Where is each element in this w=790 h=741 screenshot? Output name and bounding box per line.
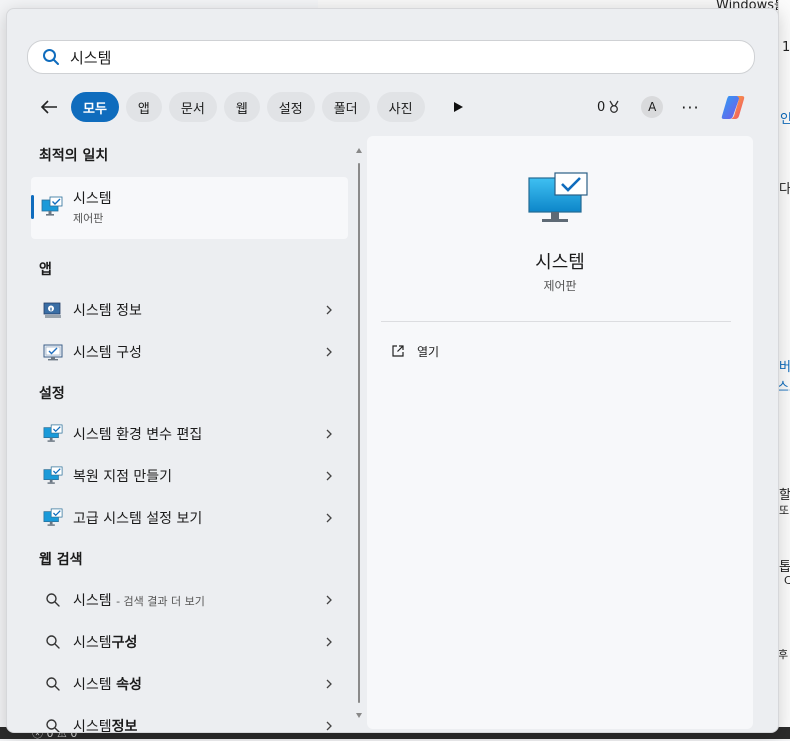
selection-indicator [31, 195, 34, 219]
search-input[interactable] [70, 48, 670, 66]
app-item-label: 시스템 정보 [73, 303, 142, 319]
detail-title: 시스템 [535, 252, 585, 273]
monitor-check-icon [43, 508, 63, 526]
web-result-label: 시스템구성 [73, 632, 322, 652]
web-result-label: 시스템 속성 [73, 674, 322, 694]
web-result-item[interactable]: 시스템구성 [31, 623, 348, 661]
web-result-suggestion: 속성 [116, 677, 142, 693]
more-filters-button[interactable] [448, 97, 468, 117]
open-button[interactable]: 열기 [391, 339, 439, 363]
search-box[interactable] [27, 40, 755, 74]
best-match-item[interactable]: 시스템 제어판 [31, 177, 348, 239]
open-button-label: 열기 [417, 344, 440, 359]
section-title-best-match: 최적의 일치 [39, 148, 109, 164]
search-icon [46, 719, 60, 732]
play-icon [453, 102, 463, 112]
background-text: 버 [779, 360, 790, 375]
monitor-check-icon [43, 466, 63, 484]
more-options-button[interactable]: ··· [681, 98, 699, 117]
chevron-right-icon [326, 595, 332, 605]
app-item-system-info[interactable]: 시스템 정보 [31, 291, 348, 329]
search-icon [46, 677, 60, 691]
avatar[interactable]: A [641, 96, 664, 118]
web-result-item[interactable]: 시스템 - 검색 결과 더 보기 [31, 581, 348, 619]
search-icon [46, 593, 60, 607]
chevron-right-icon [326, 637, 332, 647]
detail-subtitle: 제어판 [543, 279, 577, 293]
setting-item-env-vars[interactable]: 시스템 환경 변수 편집 [31, 415, 348, 453]
monitor-check-icon [528, 172, 588, 222]
scroll-down-arrow-icon[interactable] [355, 711, 363, 719]
monitor-check-icon [43, 424, 63, 442]
system-config-icon [43, 344, 63, 361]
filter-chip-photos[interactable]: 사진 [376, 92, 425, 122]
filter-chip-settings[interactable]: 설정 [266, 92, 315, 122]
web-result-item[interactable]: 시스템 속성 [31, 665, 348, 703]
setting-item-label: 시스템 환경 변수 편집 [73, 427, 203, 443]
chevron-right-icon [326, 721, 332, 731]
filter-chip-all[interactable]: 모두 [71, 92, 119, 122]
search-panel: 모두 앱 문서 웹 설정 폴더 사진 0 A ··· [6, 8, 779, 733]
best-match-subtitle: 제어판 [73, 212, 104, 225]
background-text: 또 [779, 504, 790, 517]
best-match-title: 시스템 [73, 191, 112, 207]
filter-chip-apps[interactable]: 앱 [125, 92, 162, 122]
background-text: C [784, 574, 790, 587]
chevron-right-icon [326, 347, 332, 357]
web-result-hint: - 검색 결과 더 보기 [116, 595, 205, 608]
monitor-check-icon [41, 196, 63, 216]
filter-chip-documents[interactable]: 문서 [168, 92, 217, 122]
web-result-label: 시스템 - 검색 결과 더 보기 [73, 590, 322, 610]
detail-divider [381, 321, 731, 322]
filter-chip-folders[interactable]: 폴더 [321, 92, 370, 122]
chevron-right-icon [326, 679, 332, 689]
web-result-prefix: 시스템 [73, 719, 112, 733]
scroll-thumb[interactable] [358, 163, 360, 703]
background-text: 할 [779, 488, 790, 503]
points-value: 0 [597, 99, 606, 115]
open-external-icon [392, 345, 404, 357]
web-result-suggestion: 정보 [111, 719, 138, 733]
background-text: 인 [780, 112, 790, 127]
web-result-prefix: 시스템 [73, 635, 112, 651]
section-title-settings: 설정 [39, 386, 65, 402]
search-icon [43, 49, 59, 65]
filter-bar: 모두 앱 문서 웹 설정 폴더 사진 [37, 91, 468, 123]
detail-pane: 시스템 제어판 열기 [367, 136, 753, 729]
header-tools: 0 A ··· [597, 93, 750, 121]
results-scrollbar[interactable] [355, 147, 363, 719]
setting-item-label: 복원 지점 만들기 [73, 469, 173, 485]
copilot-icon[interactable] [720, 92, 750, 122]
background-text: 다음 [779, 182, 790, 197]
scroll-up-arrow-icon[interactable] [355, 147, 363, 155]
setting-item-restore-point[interactable]: 복원 지점 만들기 [31, 457, 348, 495]
search-icon [46, 635, 60, 649]
medal-icon [609, 100, 619, 113]
setting-item-label: 고급 시스템 설정 보기 [73, 511, 203, 527]
app-item-system-config[interactable]: 시스템 구성 [31, 333, 348, 371]
web-result-prefix: 시스템 [73, 593, 112, 609]
app-item-label: 시스템 구성 [73, 345, 142, 361]
chevron-right-icon [326, 513, 332, 523]
web-result-prefix: 시스템 [73, 677, 117, 693]
background-text: 톱 [779, 560, 790, 575]
web-result-label: 시스템정보 [73, 716, 322, 733]
web-result-suggestion: 구성 [111, 635, 138, 651]
chevron-right-icon [326, 305, 332, 315]
section-title-apps: 앱 [39, 262, 52, 278]
section-title-web-search: 웹 검색 [39, 552, 83, 568]
background-text: 1 [782, 40, 790, 55]
arrow-left-icon [40, 100, 57, 114]
chevron-right-icon [326, 429, 332, 439]
system-info-icon [43, 302, 61, 318]
web-result-item[interactable]: 시스템정보 [31, 707, 348, 733]
chevron-right-icon [326, 471, 332, 481]
rewards-points[interactable]: 0 [597, 100, 621, 115]
background-text: 후 [778, 648, 789, 661]
filter-chip-web[interactable]: 웹 [223, 92, 260, 122]
back-button[interactable] [37, 95, 61, 119]
setting-item-advanced-system[interactable]: 고급 시스템 설정 보기 [31, 499, 348, 537]
